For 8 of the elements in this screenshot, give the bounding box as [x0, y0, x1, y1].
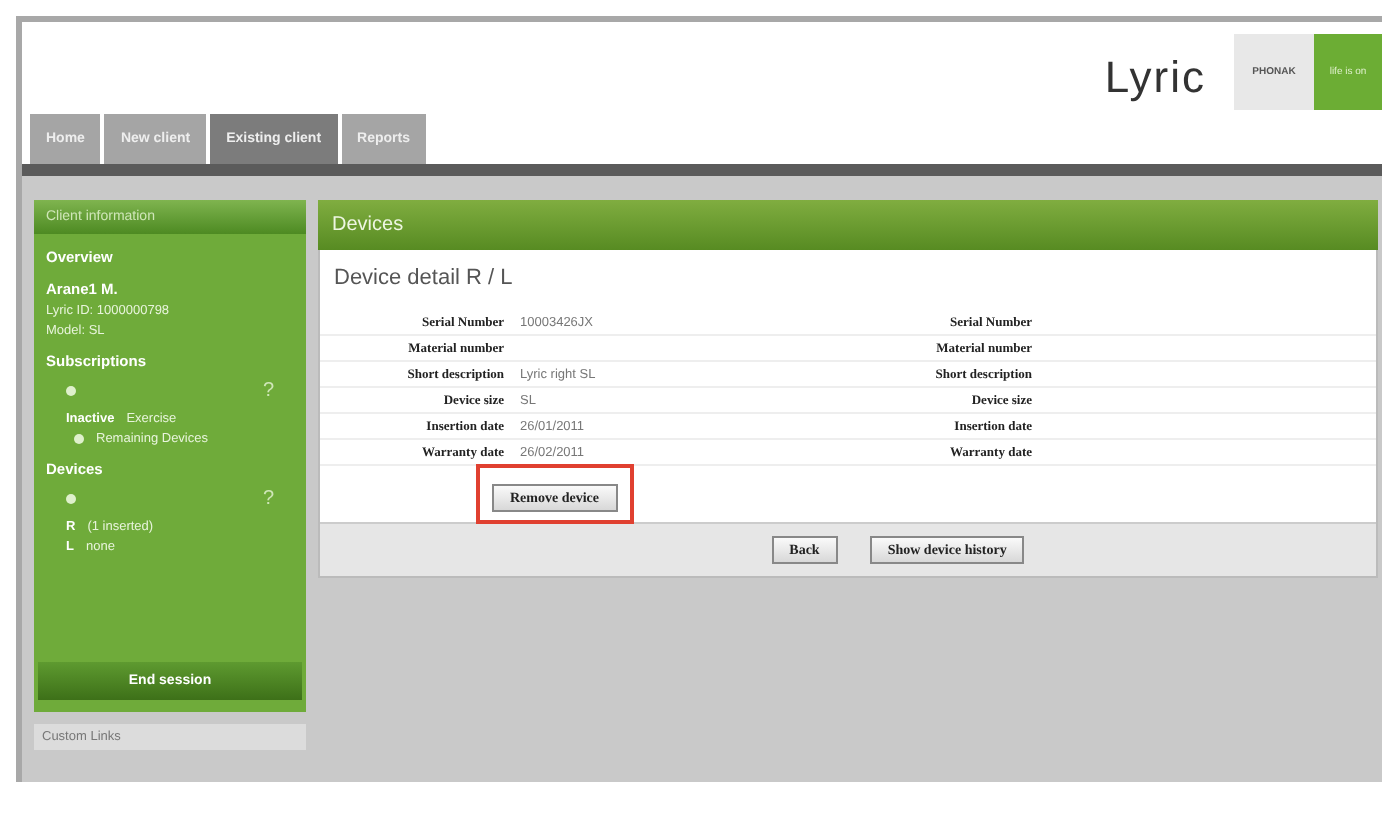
panel-title: Devices [332, 214, 404, 236]
lyric-logo: Lyric [1104, 52, 1206, 104]
status-dot-icon [66, 386, 76, 396]
help-icon[interactable]: ? [262, 380, 274, 402]
status-dot-icon [66, 494, 76, 504]
bullet-icon [74, 433, 84, 444]
section-heading: Device detail R / L [334, 266, 513, 290]
help-icon[interactable]: ? [262, 488, 274, 510]
